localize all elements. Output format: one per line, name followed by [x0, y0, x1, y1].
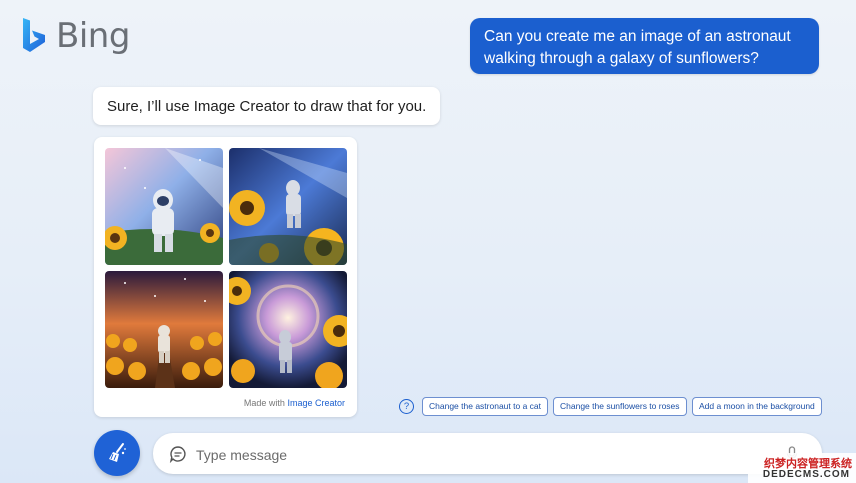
bot-message-text: Sure, I’ll use Image Creator to draw tha…	[107, 97, 427, 115]
watermark-line2: DEDECMS.COM	[762, 469, 850, 480]
watermark: 织梦内容管理系统 DEDECMS.COM	[748, 453, 856, 483]
generated-image-2[interactable]	[229, 148, 347, 265]
bot-message-bubble: Sure, I’ll use Image Creator to draw tha…	[93, 87, 441, 125]
generated-image-4[interactable]	[229, 271, 347, 388]
chat-bubble-icon	[169, 446, 186, 463]
generated-image-1[interactable]	[105, 148, 223, 265]
image-credit: Made with Image Creator	[244, 398, 345, 408]
suggestion-chip-roses[interactable]: Change the sunflowers to roses	[553, 397, 687, 416]
bing-logo: Bing	[20, 16, 130, 56]
image-creator-card: Made with Image Creator	[94, 137, 357, 417]
bing-logo-icon	[23, 18, 45, 52]
credit-prefix: Made with	[243, 398, 285, 408]
user-message-bubble: Can you create me an image of an astrona…	[470, 18, 819, 74]
suggestion-chip-moon[interactable]: Add a moon in the background	[692, 397, 822, 416]
user-message-text: Can you create me an image of an astrona…	[484, 28, 791, 67]
question-circle-icon[interactable]: ?	[399, 399, 414, 414]
brand-name: Bing	[56, 16, 130, 56]
new-topic-button[interactable]	[94, 430, 140, 476]
generated-image-3[interactable]	[105, 271, 223, 388]
message-input[interactable]	[194, 433, 778, 476]
message-composer	[153, 433, 822, 476]
suggestion-chip-cat[interactable]: Change the astronaut to a cat	[422, 397, 548, 416]
image-creator-link[interactable]: Image Creator	[287, 398, 345, 408]
broom-icon	[109, 443, 126, 462]
